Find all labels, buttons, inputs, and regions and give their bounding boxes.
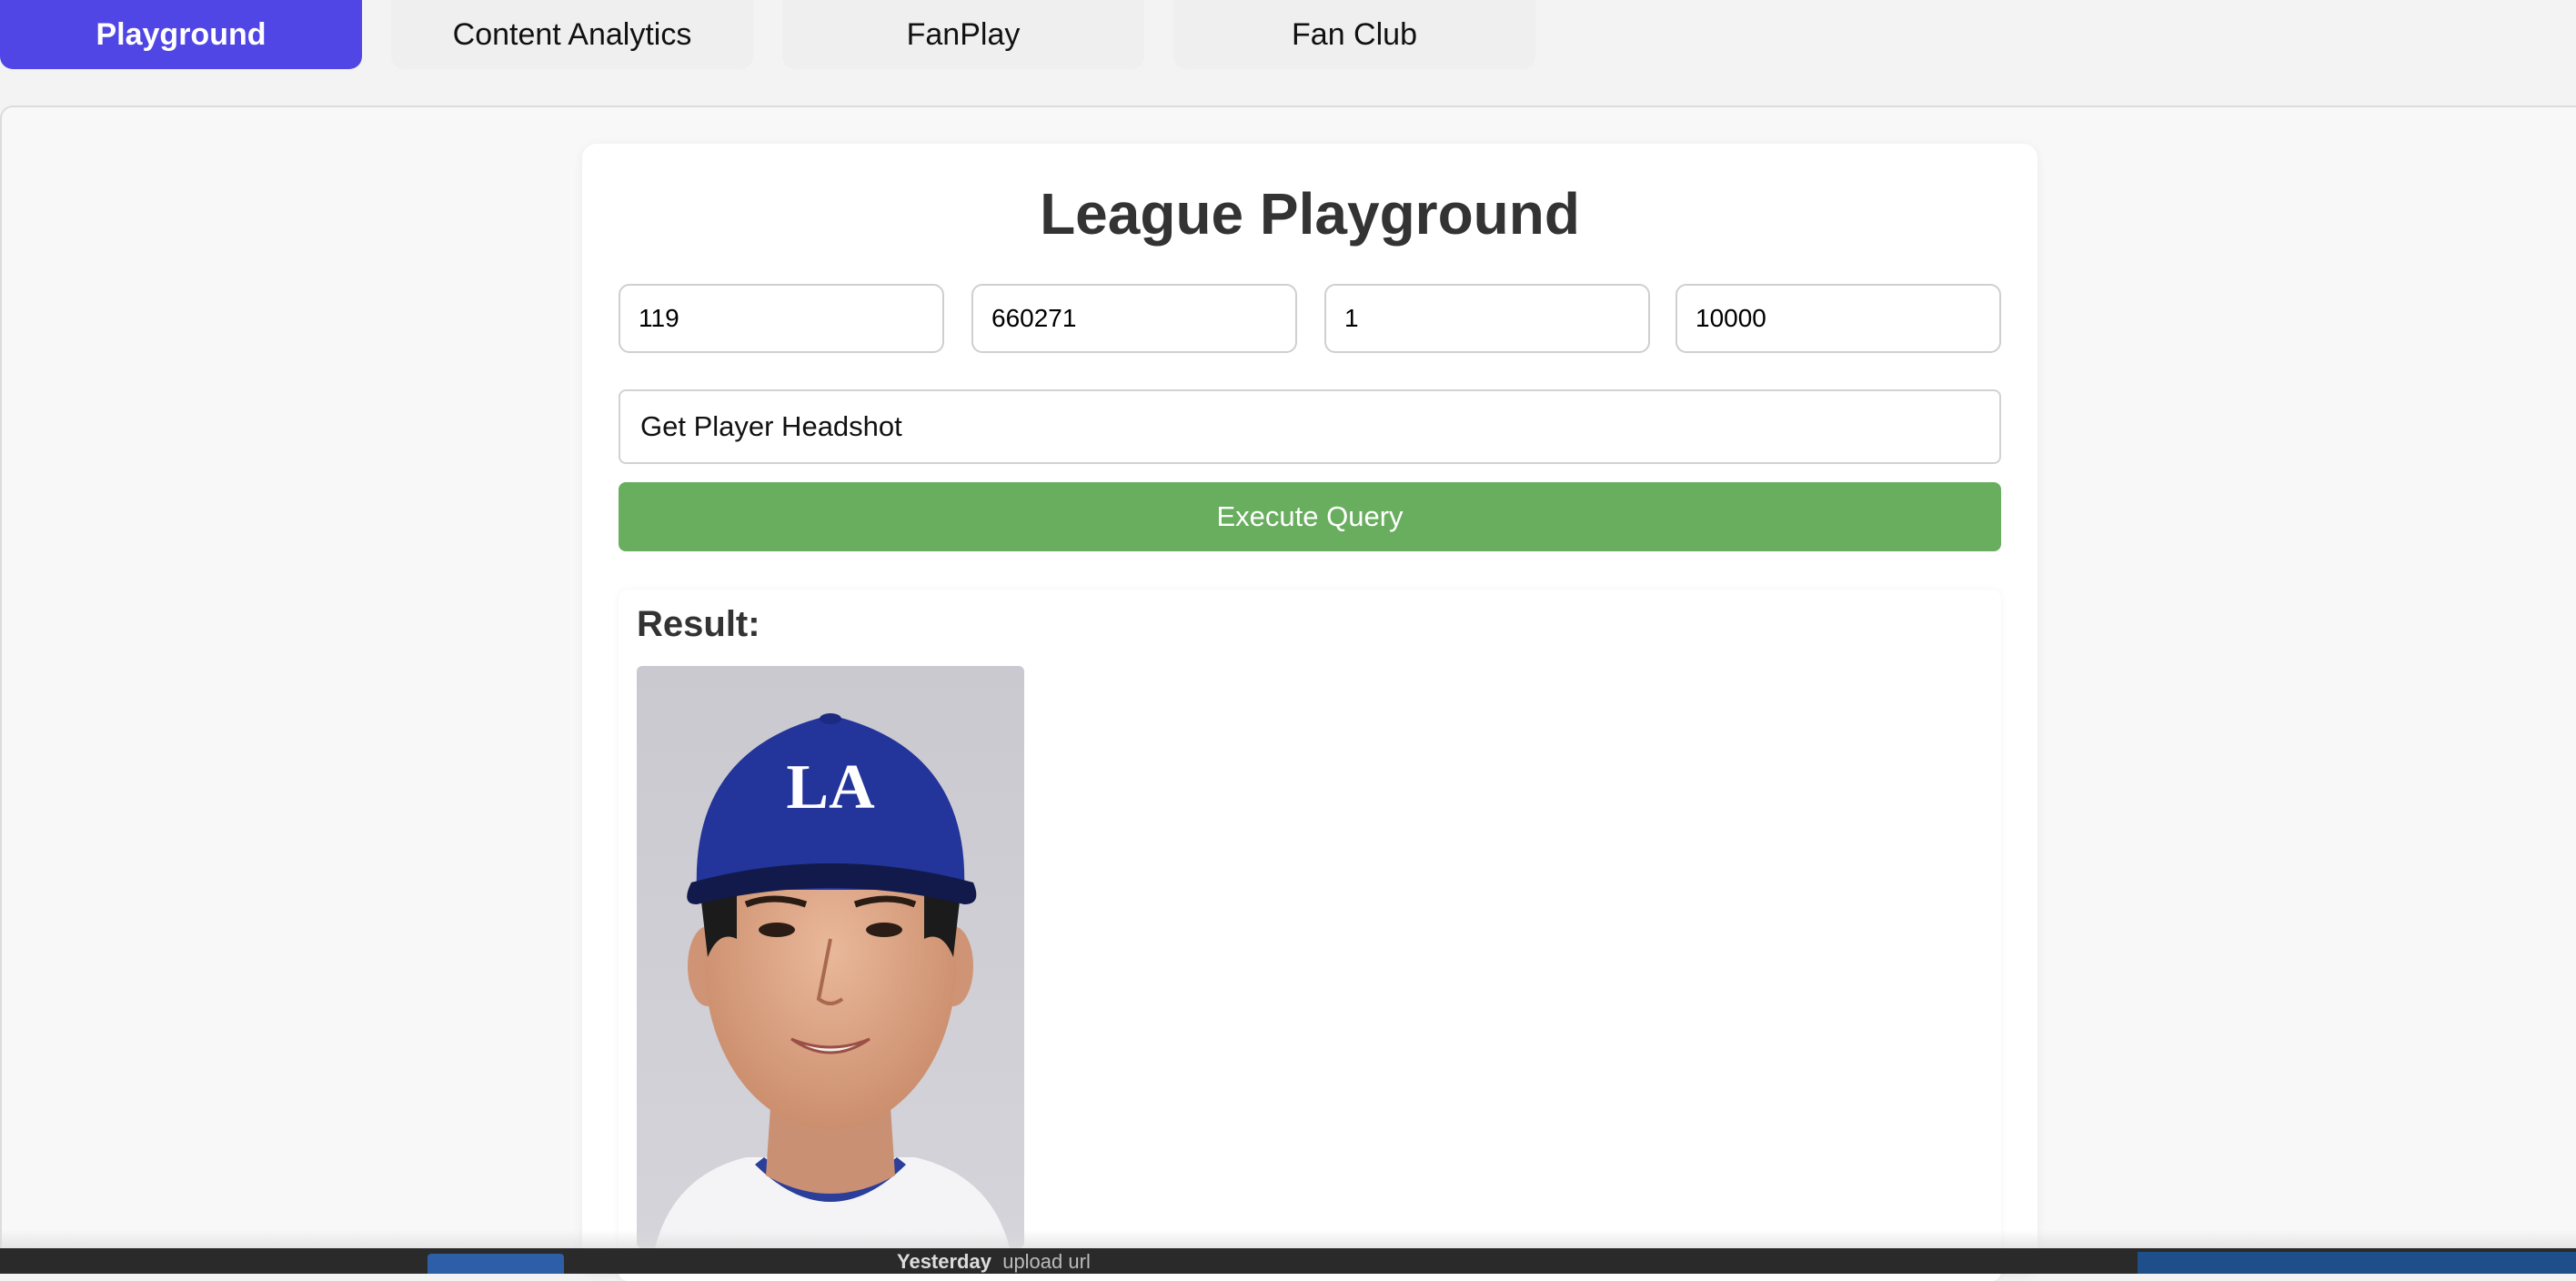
- result-label: Result:: [637, 604, 760, 644]
- taskbar-strip: Yesterday upload url: [0, 1248, 2576, 1274]
- bottom-fade: [0, 1230, 2576, 1248]
- query-select[interactable]: Get Player Headshot: [619, 389, 2001, 464]
- taskbar-item[interactable]: [428, 1254, 564, 1274]
- tab-label: Fan Club: [1292, 16, 1417, 52]
- tab-label: Content Analytics: [452, 16, 692, 52]
- tab-content-analytics[interactable]: Content Analytics: [391, 0, 753, 69]
- taskbar-text: Yesterday upload url: [897, 1250, 1091, 1273]
- tab-bar: Playground Content Analytics FanPlay Fan…: [0, 0, 2576, 106]
- param-input-2[interactable]: [971, 284, 1297, 353]
- player-headshot-image: LA: [637, 666, 1024, 1248]
- svg-text:LA: LA: [786, 752, 875, 822]
- tab-fan-club[interactable]: Fan Club: [1173, 0, 1535, 69]
- query-select-value: Get Player Headshot: [640, 410, 902, 442]
- tab-label: Playground: [96, 16, 267, 52]
- param-input-3[interactable]: [1324, 284, 1650, 353]
- tab-label: FanPlay: [906, 16, 1021, 52]
- tab-fanplay[interactable]: FanPlay: [782, 0, 1144, 69]
- param-input-1[interactable]: [619, 284, 944, 353]
- taskbar-item[interactable]: [2138, 1252, 2576, 1274]
- execute-query-button[interactable]: Execute Query: [619, 482, 2001, 551]
- page-title: League Playground: [1040, 181, 1580, 247]
- param-input-4[interactable]: [1675, 284, 2001, 353]
- tab-playground[interactable]: Playground: [0, 0, 362, 69]
